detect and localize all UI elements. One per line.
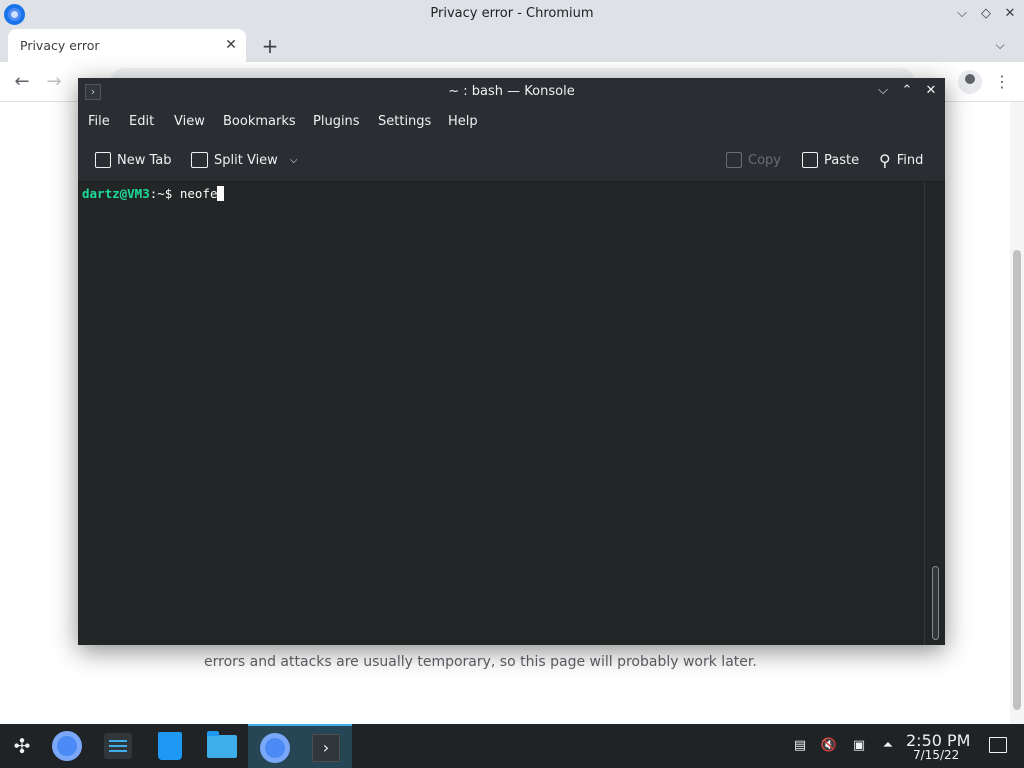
copy-icon [726, 152, 742, 168]
forward-button[interactable]: → [42, 70, 66, 94]
taskbar-dolphin[interactable] [196, 724, 248, 768]
chromium-close-button[interactable]: ✕ [1000, 4, 1020, 24]
chromium-tabstrip: Privacy error ✕ + ⌵ [0, 29, 1024, 62]
split-view-icon [191, 152, 208, 168]
system-settings-icon [104, 733, 132, 759]
konsole-window: › ~ : bash — Konsole ⌵ ⌃ ✕ File Edit Vie… [78, 78, 945, 645]
text-cursor [217, 186, 225, 201]
chromium-menu-button[interactable]: ⋮ [992, 70, 1012, 94]
tab-label: Privacy error [20, 38, 100, 53]
paste-label: Paste [824, 152, 860, 168]
copy-label: Copy [748, 152, 781, 168]
konsole-minimize-button[interactable]: ⌵ [874, 82, 892, 100]
menu-edit[interactable]: Edit [129, 114, 154, 129]
terminal-area[interactable]: dartz@VM3:~$ neofe [78, 182, 924, 645]
konsole-close-button[interactable]: ✕ [922, 82, 940, 100]
paste-button[interactable]: Paste [802, 150, 859, 170]
chromium-maximize-button[interactable]: ◇ [976, 4, 996, 24]
tab-close-icon[interactable]: ✕ [222, 36, 240, 54]
tab-privacy-error[interactable]: Privacy error ✕ [8, 29, 246, 62]
find-label: Find [896, 152, 924, 168]
find-button[interactable]: ⚲ Find [879, 150, 923, 170]
menu-settings[interactable]: Settings [378, 114, 431, 129]
konsole-menubar: File Edit View Bookmarks Plugins Setting… [78, 105, 945, 137]
search-icon: ⚲ [879, 150, 891, 170]
new-tab-icon [95, 152, 111, 168]
chromium-window-title: Privacy error - Chromium [430, 6, 594, 21]
back-button[interactable]: ← [10, 70, 34, 94]
clock-date[interactable]: 7/15/22 [913, 748, 959, 762]
prompt-user-host: dartz@VM3 [82, 186, 150, 201]
konsole-titlebar[interactable]: › ~ : bash — Konsole ⌵ ⌃ ✕ [78, 78, 945, 105]
chromium-scrollbar-thumb[interactable] [1013, 250, 1021, 710]
taskbar-konsole-window[interactable]: › [300, 724, 352, 768]
chromium-page-scrollbar[interactable] [1010, 102, 1024, 724]
paste-icon [802, 152, 818, 168]
show-desktop-icon[interactable] [989, 737, 1007, 753]
new-tab-label: New Tab [117, 152, 172, 168]
typed-command: neofe [179, 186, 218, 201]
taskbar-chromium-window[interactable] [248, 724, 300, 768]
konsole-maximize-button[interactable]: ⌃ [898, 82, 916, 100]
profile-avatar-icon[interactable] [958, 70, 982, 94]
launcher-icon: ✣ [13, 734, 31, 758]
tab-search-button[interactable]: ⌵ [990, 35, 1010, 55]
taskbar-settings[interactable] [92, 724, 144, 768]
volume-muted-icon[interactable]: 🔇 [820, 737, 838, 755]
chevron-down-icon[interactable]: ⌵ [290, 155, 298, 166]
discover-store-icon [158, 732, 182, 760]
chromium-minimize-button[interactable]: ⌵ [952, 4, 972, 24]
menu-plugins[interactable]: Plugins [313, 114, 360, 129]
chromium-icon [260, 733, 290, 763]
terminal-scrollbar-thumb[interactable] [932, 566, 939, 640]
new-tab-button[interactable]: + [258, 34, 282, 58]
menu-help[interactable]: Help [448, 114, 478, 129]
konsole-icon: › [312, 734, 340, 762]
taskbar-chromium-launcher[interactable] [40, 724, 92, 768]
chromium-titlebar: Privacy error - Chromium ⌵ ◇ ✕ [0, 0, 1024, 29]
file-manager-icon [207, 731, 237, 758]
copy-button[interactable]: Copy [726, 150, 781, 170]
chromium-icon [52, 731, 82, 761]
menu-file[interactable]: File [88, 114, 110, 129]
prompt-line: dartz@VM3:~$ neofe [82, 186, 225, 201]
tray-expand-icon[interactable]: ⏶ [879, 737, 897, 755]
privacy-error-explanation: errors and attacks are usually temporary… [204, 654, 757, 670]
taskbar: ✣ › ▤ 🔇 ▣ ⏶ 2:50 PM 7/15/22 [0, 724, 1024, 768]
taskbar-discover[interactable] [144, 724, 196, 768]
menu-view[interactable]: View [174, 114, 205, 129]
new-tab-toolbar-button[interactable]: New Tab [95, 150, 172, 170]
konsole-toolbar: New Tab Split View ⌵ Copy Paste ⚲ Find [78, 137, 945, 182]
menu-bookmarks[interactable]: Bookmarks [223, 114, 296, 129]
split-view-button[interactable]: Split View ⌵ [191, 150, 297, 170]
clipboard-icon[interactable]: ▤ [791, 737, 809, 755]
network-icon[interactable]: ▣ [850, 737, 868, 755]
terminal-scrollbar[interactable] [924, 182, 945, 645]
konsole-window-title: ~ : bash — Konsole [448, 84, 575, 99]
split-view-label: Split View [214, 152, 278, 168]
prompt-path: :~$ [149, 186, 180, 201]
